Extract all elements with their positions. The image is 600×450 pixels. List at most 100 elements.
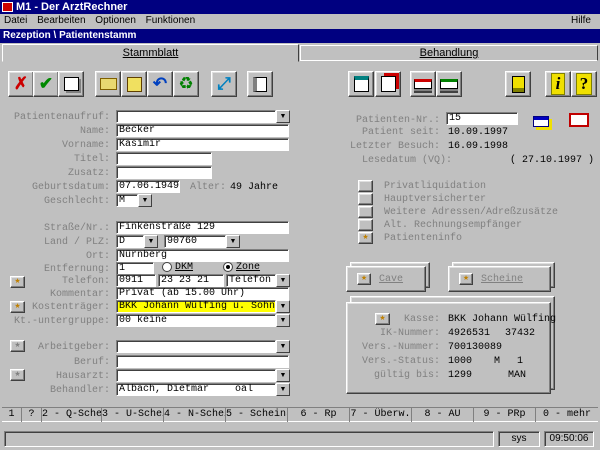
arbeitgeber-button[interactable]: ★ [10, 340, 25, 352]
kostentraeger-button[interactable]: ★ [10, 301, 25, 313]
hausarzt-input[interactable] [116, 369, 276, 382]
geschlecht-dropdown[interactable]: ▼ [138, 194, 152, 207]
beruf-input[interactable] [116, 355, 289, 368]
recycle-icon: ♻ [178, 74, 194, 93]
edit-document-button[interactable] [121, 71, 147, 97]
status-message-area [4, 431, 494, 447]
cave-button[interactable]: ★ Cave [346, 266, 426, 292]
option-button-2[interactable] [358, 193, 373, 205]
vorname-input[interactable]: Kasimir [116, 138, 289, 151]
kommentar-input[interactable]: Privat (ab 15.00 Uhr) [116, 287, 289, 300]
geburtsdatum-input[interactable]: 07.06.1949 [116, 180, 180, 193]
scheine-button[interactable]: ★ Scheine [448, 266, 551, 292]
arbeitgeber-input[interactable] [116, 340, 276, 353]
strasse-input[interactable]: Finkenstraße 129 [116, 221, 289, 234]
telefon-typ-select[interactable]: Telefon [226, 274, 276, 287]
info-button[interactable]: i [545, 71, 571, 97]
fkey-help[interactable]: ? [22, 408, 42, 422]
fkey-ueberw[interactable]: 7 - Überw. [350, 408, 412, 422]
zusatz-input[interactable] [116, 166, 212, 179]
plz-dropdown[interactable]: ▼ [226, 235, 240, 248]
fkey-q-schein[interactable]: 2 - Q-Schein [42, 408, 102, 422]
patient-card-icon[interactable] [569, 113, 589, 127]
plz-input[interactable]: 90760 [164, 235, 226, 248]
telefon-vorwahl-input[interactable]: 0911 [116, 274, 156, 287]
telefon-button[interactable]: ★ [10, 276, 25, 288]
confirm-button[interactable]: ✔ [33, 71, 59, 97]
fkey-rp[interactable]: 6 - Rp [288, 408, 350, 422]
behandler-name: Albach, Dietmar [119, 384, 210, 395]
land-dropdown[interactable]: ▼ [144, 235, 158, 248]
kasse-detail-button[interactable]: ★ [375, 313, 390, 325]
option-label-2[interactable]: Hauptversicherter [384, 194, 486, 205]
geburtsdatum-label: Geburtsdatum: [31, 182, 110, 193]
menu-funktionen[interactable]: Funktionen [146, 15, 195, 26]
title-bar: M1 - Der ArztRechner [0, 0, 600, 14]
stack-import-button[interactable] [410, 71, 436, 97]
telefon-label: Telefon: [61, 276, 110, 287]
kasse-panel: ★ Kasse: BKK Johann Wülfing IK-Nummer: 4… [346, 302, 556, 394]
open-folder-button[interactable] [95, 71, 121, 97]
hausarzt-button[interactable]: ★ [10, 369, 25, 381]
telefon-typ-dropdown[interactable]: ▼ [276, 274, 290, 287]
fkey-au[interactable]: 8 - AU [412, 408, 474, 422]
behandler-dropdown[interactable]: ▼ [276, 383, 290, 396]
calendar-button[interactable] [348, 71, 374, 97]
name-input[interactable]: Becker [116, 124, 289, 137]
patientenaufruf-input[interactable] [116, 110, 276, 123]
behandler-select[interactable]: Albach, Dietmar oal [116, 383, 276, 396]
cancel-icon: ✗ [13, 74, 29, 93]
fkey-u-schein[interactable]: 3 - U-Schein [102, 408, 164, 422]
app-icon [2, 2, 13, 12]
star-icon: ★ [362, 234, 369, 241]
option-label-4[interactable]: Alt. Rechnungsempfänger [384, 220, 522, 231]
dkm-radio[interactable] [162, 262, 172, 272]
patnr-input[interactable]: 15 [446, 112, 518, 125]
versstatus-n: 1 [517, 356, 524, 367]
fkey-n-schein[interactable]: 4 - N-Schein [164, 408, 226, 422]
zone-radio[interactable] [223, 262, 233, 272]
ort-input[interactable]: Nürnberg [116, 249, 289, 262]
recycle-button[interactable]: ♻ [173, 71, 199, 97]
option-label-5[interactable]: Patienteninfo [384, 233, 462, 244]
patientenaufruf-dropdown[interactable]: ▼ [276, 110, 290, 123]
geschlecht-select[interactable]: M [116, 194, 138, 207]
cancel-button[interactable]: ✗ [8, 71, 34, 97]
menu-bearbeiten[interactable]: Bearbeiten [37, 15, 85, 26]
edit-document-icon [126, 76, 142, 92]
menu-hilfe[interactable]: Hilfe [571, 14, 591, 28]
option-label-1[interactable]: Privatliquidation [384, 181, 486, 192]
kostentraeger-dropdown[interactable]: ▼ [276, 300, 290, 313]
menu-optionen[interactable]: Optionen [95, 15, 136, 26]
untergruppe-select[interactable]: 00 keine [116, 314, 276, 327]
titel-input[interactable] [116, 152, 212, 165]
option-button-4[interactable] [358, 219, 373, 231]
fkey-mehr[interactable]: 0 - mehr [536, 408, 598, 422]
untergruppe-dropdown[interactable]: ▼ [276, 314, 290, 327]
tab-behandlung[interactable]: Behandlung [300, 45, 598, 61]
stack-export-button[interactable] [436, 71, 462, 97]
notes-button[interactable] [505, 71, 531, 97]
option-label-3[interactable]: Weitere Adressen/Adreßzusätze [384, 207, 558, 218]
fullscreen-button[interactable]: ⤢ [211, 71, 237, 97]
behandler-code: oal [235, 384, 254, 395]
menu-datei[interactable]: Datei [4, 15, 27, 26]
arbeitgeber-dropdown[interactable]: ▼ [276, 340, 290, 353]
card-reader-icon[interactable] [533, 116, 549, 127]
print-form-button[interactable] [58, 71, 84, 97]
list-view-button[interactable] [247, 71, 273, 97]
copy-record-button[interactable] [375, 71, 401, 97]
undo-button[interactable]: ↶ [147, 71, 173, 97]
telefon-nummer-input[interactable]: 23 23 21 [158, 274, 224, 287]
fkey-prp[interactable]: 9 - PRp [474, 408, 536, 422]
fkey-1[interactable]: 1 [2, 408, 22, 422]
fkey-scheins[interactable]: 5 - Scheins [226, 408, 288, 422]
hausarzt-dropdown[interactable]: ▼ [276, 369, 290, 382]
kostentraeger-input[interactable]: BKK Johann Wülfing u. Sohn [116, 300, 276, 313]
help-button[interactable]: ? [571, 71, 597, 97]
option-button-1[interactable] [358, 180, 373, 192]
option-button-3[interactable] [358, 206, 373, 218]
tab-stammblatt[interactable]: Stammblatt [2, 44, 299, 62]
option-button-5[interactable]: ★ [358, 232, 373, 244]
land-select[interactable]: D [116, 235, 144, 248]
